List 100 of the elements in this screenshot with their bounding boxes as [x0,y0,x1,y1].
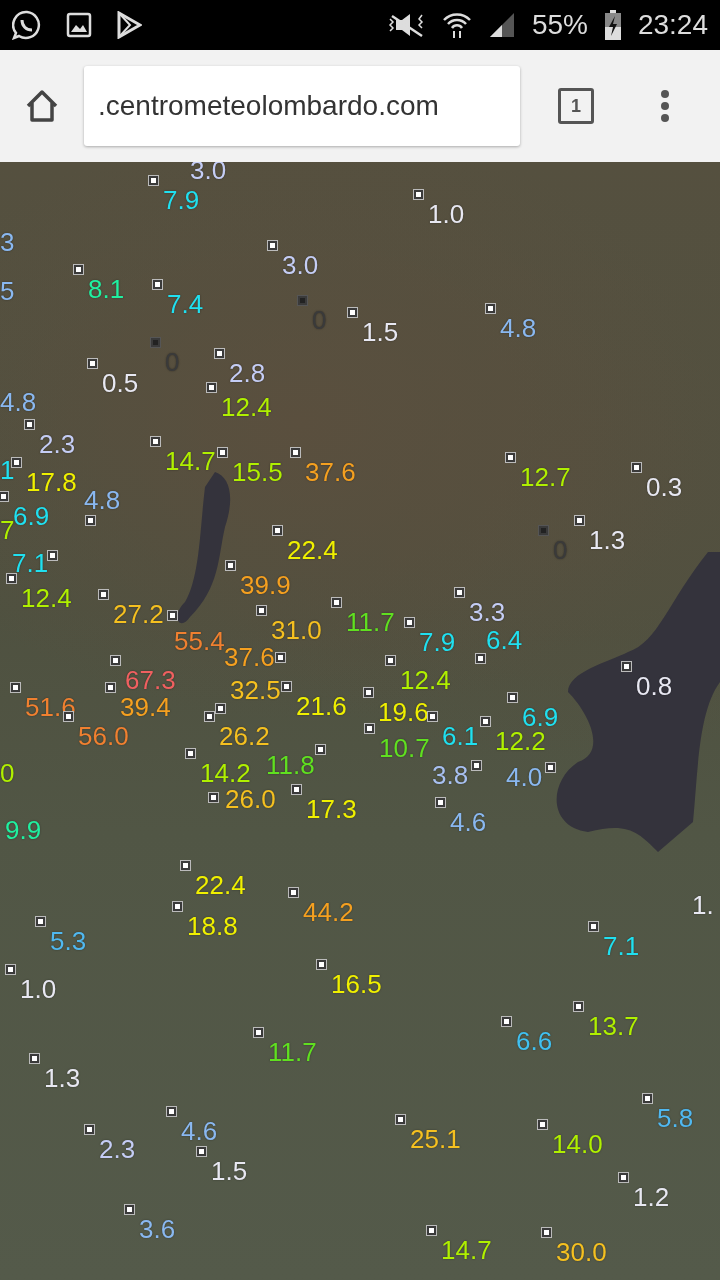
station-marker-icon[interactable] [254,1028,263,1037]
station-marker-icon[interactable] [167,1107,176,1116]
station-marker-icon[interactable] [151,437,160,446]
station-marker-icon[interactable] [539,526,548,535]
home-icon[interactable] [24,88,60,124]
station-marker-icon[interactable] [276,653,285,662]
station-marker-icon[interactable] [298,296,307,305]
rainfall-value: 17.8 [26,467,77,497]
station-marker-icon[interactable] [25,420,34,429]
station-marker-icon[interactable] [151,338,160,347]
station-marker-icon[interactable] [273,526,282,535]
station-marker-icon[interactable] [486,304,495,313]
rainfall-value: 3.3 [469,597,506,627]
station-marker-icon[interactable] [365,724,374,733]
station-marker-icon[interactable] [282,682,291,691]
station-marker-icon[interactable] [506,453,515,462]
station-marker-icon[interactable] [36,917,45,926]
station-marker-icon[interactable] [405,618,414,627]
station-marker-icon[interactable] [332,598,341,607]
rainfall-value: 13.7 [588,1011,639,1041]
rainfall-value: 7.9 [163,185,200,215]
station-marker-icon[interactable] [125,1205,134,1214]
station-marker-icon[interactable] [111,656,120,665]
station-marker-icon[interactable] [268,241,277,250]
station-marker-icon[interactable] [11,683,20,692]
station-marker-icon[interactable] [455,588,464,597]
rainfall-value: 14.7 [165,446,216,476]
station-marker-icon[interactable] [632,463,641,472]
station-marker-icon[interactable] [643,1094,652,1103]
station-marker-icon[interactable] [86,516,95,525]
station-marker-icon[interactable] [481,717,490,726]
station-marker-icon[interactable] [364,688,373,697]
rainfall-value: 12.4 [21,583,72,613]
station-marker-icon[interactable] [546,763,555,772]
station-marker-icon[interactable] [226,561,235,570]
url-field[interactable]: .centrometeolombardo.com [84,66,520,146]
rainfall-value: 22.4 [287,535,338,565]
station-marker-icon[interactable] [30,1054,39,1063]
tab-switcher-button[interactable]: 1 [558,88,594,124]
station-marker-icon[interactable] [74,265,83,274]
station-marker-icon[interactable] [197,1147,206,1156]
station-marker-icon[interactable] [106,683,115,692]
rainfall-value: 44.2 [303,897,354,927]
station-marker-icon[interactable] [99,590,108,599]
station-marker-icon[interactable] [207,383,216,392]
station-marker-icon[interactable] [12,458,21,467]
station-marker-icon[interactable] [589,922,598,931]
rainfall-value: 31.0 [271,615,322,645]
station-marker-icon[interactable] [436,798,445,807]
station-marker-icon[interactable] [173,902,182,911]
station-marker-icon[interactable] [48,551,57,560]
station-marker-icon[interactable] [502,1017,511,1026]
station-marker-icon[interactable] [316,745,325,754]
rainfall-value: 10.7 [379,733,430,763]
station-marker-icon[interactable] [292,785,301,794]
rainfall-value: 3.6 [139,1214,176,1244]
station-marker-icon[interactable] [168,611,177,620]
station-marker-icon[interactable] [317,960,326,969]
station-marker-icon[interactable] [427,1226,436,1235]
station-marker-icon[interactable] [396,1115,405,1124]
station-marker-icon[interactable] [85,1125,94,1134]
station-marker-icon[interactable] [472,761,481,770]
station-marker-icon[interactable] [218,448,227,457]
station-marker-icon[interactable] [619,1173,628,1182]
station-marker-icon[interactable] [291,448,300,457]
station-marker-icon[interactable] [257,606,266,615]
station-marker-icon[interactable] [414,190,423,199]
rainfall-value: 7.9 [419,627,456,657]
station-marker-icon[interactable] [574,1002,583,1011]
station-marker-icon[interactable] [508,693,517,702]
rainfall-value: 3.8 [432,760,469,790]
station-marker-icon[interactable] [386,656,395,665]
station-marker-icon[interactable] [149,176,158,185]
station-marker-icon[interactable] [7,574,16,583]
rainfall-value: 7.1 [12,548,49,578]
more-menu-icon[interactable] [660,89,670,123]
rainfall-value: 1.3 [44,1063,81,1093]
station-marker-icon[interactable] [348,308,357,317]
station-marker-icon[interactable] [289,888,298,897]
station-marker-icon[interactable] [153,280,162,289]
rainfall-value: 1.5 [362,317,399,347]
station-marker-icon[interactable] [428,712,437,721]
station-marker-icon[interactable] [181,861,190,870]
station-marker-icon[interactable] [205,712,214,721]
station-marker-icon[interactable] [575,516,584,525]
station-marker-icon[interactable] [0,492,8,501]
station-marker-icon[interactable] [215,349,224,358]
rainfall-value: 0 [0,758,15,788]
station-marker-icon[interactable] [216,704,225,713]
rainfall-value: 15.5 [232,457,283,487]
station-marker-icon[interactable] [88,359,97,368]
station-marker-icon[interactable] [538,1120,547,1129]
station-marker-icon[interactable] [542,1228,551,1237]
station-marker-icon[interactable] [209,793,218,802]
rainfall-value: 2.8 [229,358,266,388]
station-marker-icon[interactable] [186,749,195,758]
station-marker-icon[interactable] [476,654,485,663]
rainfall-value: 1 [0,455,15,485]
station-marker-icon[interactable] [622,662,631,671]
station-marker-icon[interactable] [6,965,15,974]
